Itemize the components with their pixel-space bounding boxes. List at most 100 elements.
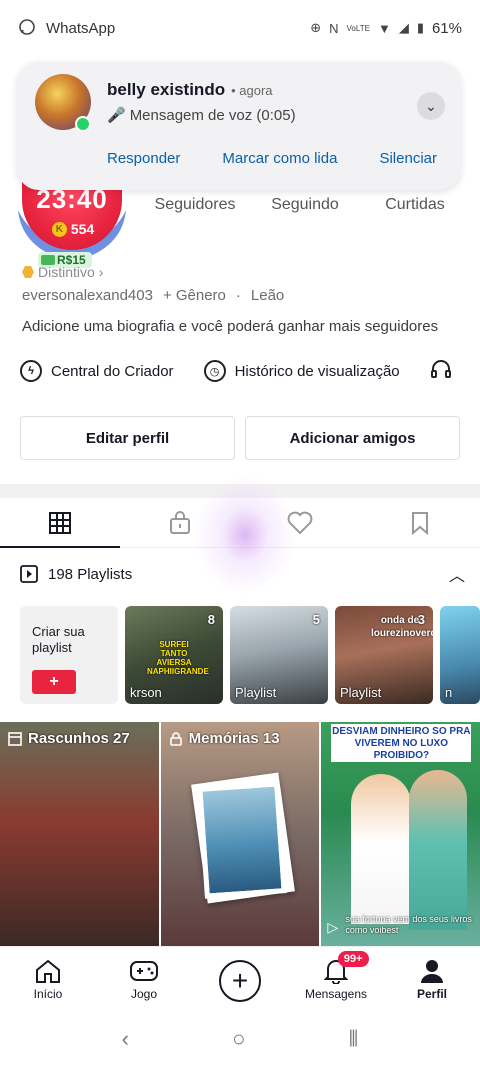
memories-label: Memórias 13 <box>188 730 280 747</box>
add-friends-button[interactable]: Adicionar amigos <box>245 416 460 460</box>
status-app-name: WhatsApp <box>46 19 116 37</box>
nav-game[interactable]: Jogo <box>96 947 192 1012</box>
edit-profile-button[interactable]: Editar perfil <box>20 416 235 460</box>
sync-icon: ⊕ <box>310 20 322 35</box>
playlist-card[interactable]: onda de lourezinoverda 3 Playlist <box>335 606 433 704</box>
lightning-icon: ϟ <box>20 360 42 382</box>
lock-bag-icon <box>170 510 190 534</box>
playlist-name: krson <box>130 685 162 700</box>
system-nav: ‹ ○ ⦀ <box>0 1012 480 1066</box>
create-playlist-button[interactable]: + <box>32 670 76 694</box>
creator-center-label: Central do Criador <box>51 362 174 380</box>
mark-read-button[interactable]: Marcar como lida <box>222 150 337 167</box>
video-cell[interactable]: DESVIAM DINHEIRO SO PRA VIVEREM NO LUXO … <box>321 722 480 946</box>
playlist-name: Playlist <box>235 685 277 700</box>
nav-messages[interactable]: 99+ Mensagens <box>288 947 384 1012</box>
drafts-label: Rascunhos 27 <box>28 730 130 747</box>
sender-name: belly existindo <box>107 80 226 99</box>
bottom-nav: Início Jogo + 99+ Mensagens Perfil <box>0 946 480 1012</box>
drafts-cell[interactable]: Rascunhos 27 <box>0 722 159 946</box>
tab-saved[interactable] <box>360 498 480 547</box>
playlists-header[interactable]: 198 Playlists ︿ <box>20 562 465 586</box>
reply-button[interactable]: Responder <box>107 150 180 167</box>
mute-button[interactable]: Silenciar <box>379 150 437 167</box>
memories-photo <box>196 781 287 899</box>
recents-icon[interactable]: ⦀ <box>349 1026 359 1052</box>
chevron-down-icon[interactable]: ⌄ <box>417 92 445 120</box>
nfc-icon: N <box>329 20 339 36</box>
gender-link[interactable]: + Gênero <box>163 287 226 304</box>
playlist-name: Playlist <box>340 685 382 700</box>
user-info-line: eversonalexand403 + Gênero · Leão <box>22 287 284 304</box>
headphones-icon <box>430 358 452 384</box>
hexagon-icon <box>22 266 34 278</box>
message-text: Mensagem de voz (0:05) <box>129 106 296 124</box>
playlist-count: 3 <box>417 612 425 627</box>
notification-message: 🎤 Mensagem de voz (0:05) <box>107 106 296 125</box>
person-silhouette <box>409 770 468 930</box>
create-plus-icon: + <box>219 959 261 1002</box>
stat-following[interactable]: Seguindo <box>250 196 360 214</box>
playlist-card[interactable]: SURFEI TANTO AVIERSA NAPHIIGRANDE 8 krso… <box>125 606 223 704</box>
stat-followers[interactable]: Seguidores <box>140 196 250 214</box>
create-playlist-label: Criar sua playlist <box>32 624 85 655</box>
creator-center-link[interactable]: ϟ Central do Criador <box>20 358 174 384</box>
playlist-caption: SURFEI TANTO AVIERSA NAPHIIGRANDE <box>147 640 209 676</box>
person-silhouette <box>351 774 412 924</box>
nav-profile[interactable]: Perfil <box>384 947 480 1012</box>
playlist-count: 5 <box>312 612 320 627</box>
lock-icon <box>169 731 182 746</box>
playlist-card[interactable]: 5 Playlist <box>230 606 328 704</box>
wifi-icon: ▼ <box>377 20 391 36</box>
stat-likes[interactable]: Curtidas <box>360 196 470 214</box>
content-tabs <box>0 498 480 548</box>
nav-messages-label: Mensagens <box>304 987 368 1001</box>
playlist-name: n <box>445 685 453 700</box>
zodiac-label[interactable]: Leão <box>251 287 284 304</box>
bookmark-icon <box>412 511 428 535</box>
home-circle-icon[interactable]: ○ <box>232 1026 245 1052</box>
notification-time: • agora <box>231 83 273 98</box>
microphone-icon: 🎤 <box>107 107 126 124</box>
playlist-row: Criar sua playlist + SURFEI TANTO AVIERS… <box>20 606 480 704</box>
badge-link[interactable]: Distintivo › <box>22 264 103 280</box>
chevron-up-icon[interactable]: ︿ <box>449 562 465 586</box>
volte-icon: VoLTE <box>346 23 370 33</box>
video-caption: sua fortuna vem dos seus livros como voi… <box>345 914 472 935</box>
messages-badge: 99+ <box>337 951 369 967</box>
video-headline: DESVIAM DINHEIRO SO PRA VIVEREM NO LUXO … <box>331 724 472 762</box>
watch-history-link[interactable]: ◷ Histórico de visualização <box>203 358 400 384</box>
heart-icon <box>287 511 313 534</box>
coin-count: 554 <box>70 221 95 237</box>
gamepad-icon <box>130 961 158 981</box>
tab-private[interactable] <box>120 498 240 547</box>
username: eversonalexand403 <box>22 287 153 304</box>
profile-stats: Seguidores Seguindo Curtidas <box>140 196 470 214</box>
tab-videos[interactable] <box>0 498 120 548</box>
video-grid: Rascunhos 27 Memórias 13 DESVIAM DINHEIR… <box>0 722 480 946</box>
play-icon: ▷ <box>327 919 339 935</box>
whatsapp-badge-icon <box>75 116 91 132</box>
status-bar: WhatsApp ⊕ N VoLTE ▼ ◢ ▮ 61% <box>0 0 480 56</box>
watch-history-label: Histórico de visualização <box>234 362 400 380</box>
playlist-card[interactable]: n <box>440 606 480 704</box>
drafts-icon <box>8 731 22 746</box>
nav-create[interactable]: + <box>192 947 288 1012</box>
person-icon <box>421 960 443 983</box>
back-icon[interactable]: ‹ <box>122 1026 129 1052</box>
coin-icon: K <box>51 221 67 237</box>
drafts-overlay: Rascunhos 27 <box>8 730 130 747</box>
bio-prompt[interactable]: Adicione uma biografia e você poderá gan… <box>22 318 438 335</box>
tab-liked[interactable] <box>240 498 360 547</box>
memories-cell[interactable]: Memórias 13 <box>160 722 320 946</box>
badge-label: Distintivo <box>38 264 95 280</box>
headphones-link[interactable] <box>430 358 452 384</box>
memories-overlay: Memórias 13 <box>169 730 280 747</box>
chevron-right-icon: › <box>98 264 104 280</box>
create-playlist-card[interactable]: Criar sua playlist + <box>20 606 118 704</box>
nav-profile-label: Perfil <box>416 987 447 1001</box>
notification-header: belly existindo • agora <box>107 80 273 100</box>
coin-counter: K 554 <box>42 218 104 240</box>
nav-home[interactable]: Início <box>0 947 96 1012</box>
whatsapp-notification[interactable]: belly existindo • agora 🎤 Mensagem de vo… <box>17 62 461 190</box>
